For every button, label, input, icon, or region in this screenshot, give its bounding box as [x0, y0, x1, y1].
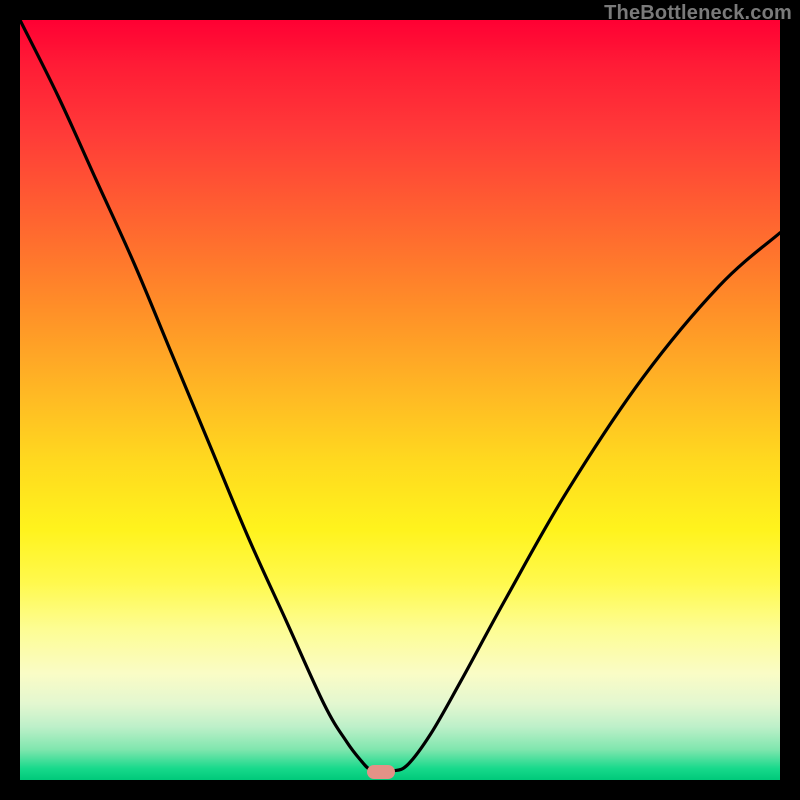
optimal-marker: [367, 765, 395, 779]
curve-path: [20, 20, 780, 771]
chart-stage: TheBottleneck.com: [0, 0, 800, 800]
plot-area: [20, 20, 780, 780]
watermark-text: TheBottleneck.com: [604, 2, 792, 25]
bottleneck-curve: [20, 20, 780, 780]
